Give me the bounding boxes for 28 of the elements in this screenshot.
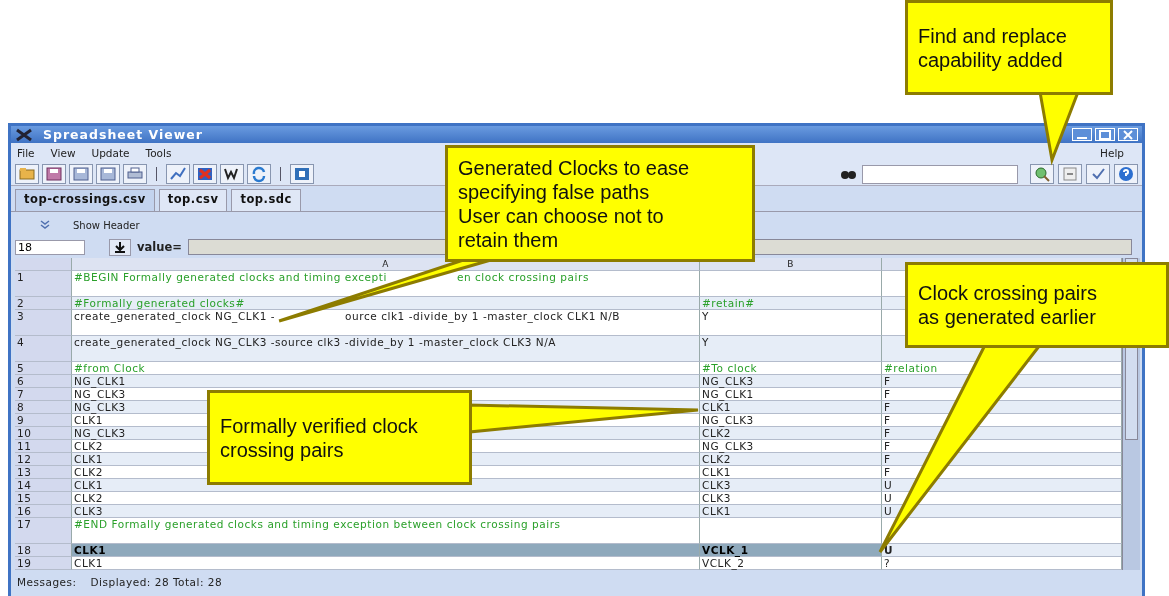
callout-tooltip: Find and replace capability added — [905, 0, 1113, 95]
table-cell: Y — [700, 336, 882, 362]
table-cell: ? — [882, 557, 1122, 570]
table-cell: CLK1 — [72, 544, 700, 557]
table-cell: create_generated_clock NG_CLK3 -source clk3 -divide_by 1 -master_clock CLK3 N/A — [72, 336, 700, 362]
table-cell: VCLK_1 — [700, 544, 882, 557]
table-cell: NG_CLK3 — [700, 375, 882, 388]
table-cell: NG_CLK1 — [72, 375, 700, 388]
table-cell: U — [882, 479, 1122, 492]
table-cell: CLK2 — [700, 427, 882, 440]
table-cell: #Formally generated clocks# — [72, 297, 700, 310]
table-cell: CLK1 — [700, 505, 882, 518]
callout-tooltip: Clock crossing pairs as generated earlier — [905, 262, 1169, 348]
table-cell: U — [882, 544, 1122, 557]
table-cell: CLK3 — [700, 479, 882, 492]
table-cell: #retain# — [700, 297, 882, 310]
window-title: Spreadsheet Viewer — [43, 127, 203, 142]
table-cell: U — [882, 505, 1122, 518]
status-label: Messages: — [17, 575, 77, 588]
table-cell: CLK1 — [72, 557, 700, 570]
callout-tooltip: Formally verified clock crossing pairs — [207, 390, 472, 485]
table-cell: CLK3 — [72, 505, 700, 518]
table-cell: CLK1 — [700, 401, 882, 414]
status-text: Displayed: 28 Total: 28 — [90, 575, 223, 588]
value-label: value= — [137, 240, 182, 254]
table-cell: VCLK_2 — [700, 557, 882, 570]
callout-tooltip: Generated Clocks to ease specifying false paths User can choose not to retain them — [445, 145, 755, 262]
table-cell: CLK2 — [700, 453, 882, 466]
